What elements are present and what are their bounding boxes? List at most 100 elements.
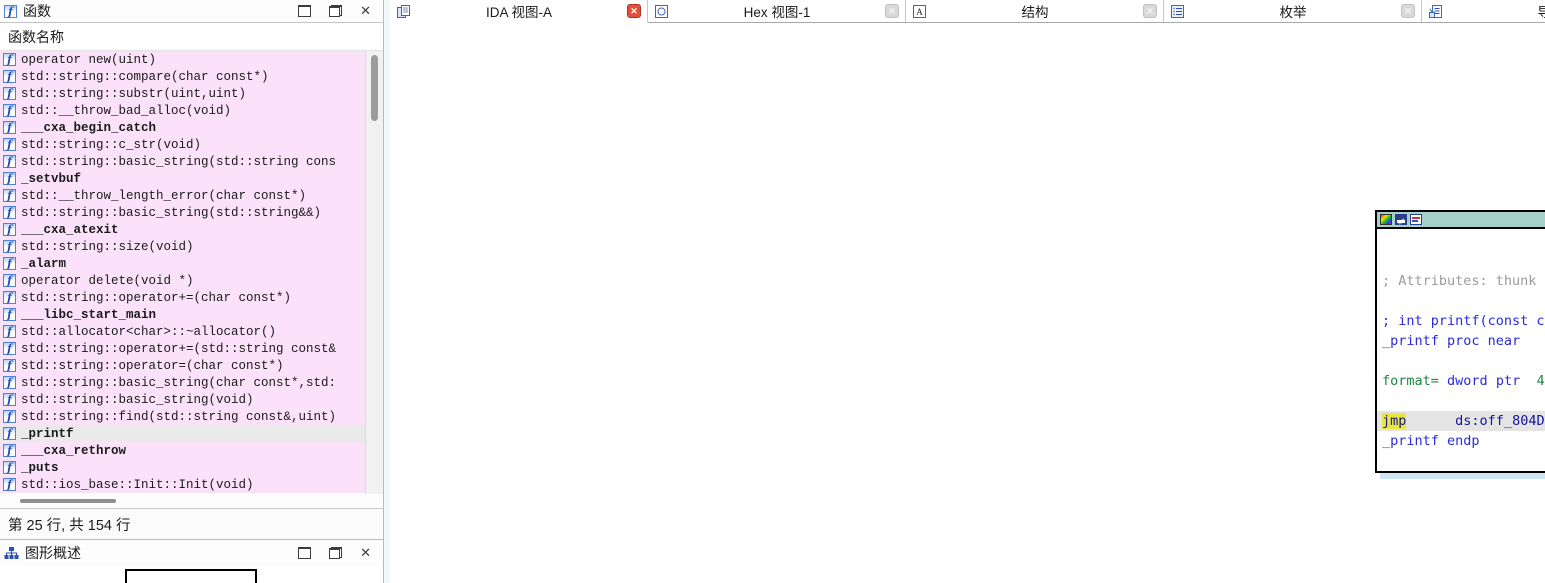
functions-dock-column: f 函数 ✕ 函数名称 foperator new(uint)fstd::str… xyxy=(0,0,384,583)
function-name: ___libc_start_main xyxy=(21,308,156,322)
function-list-item[interactable]: fstd::string::compare(char const*) xyxy=(0,68,365,85)
tab-close-icon[interactable]: ✕ xyxy=(1401,4,1415,18)
maximize-icon[interactable] xyxy=(298,547,311,559)
overview-viewport-rect[interactable] xyxy=(125,569,257,583)
function-list-item[interactable]: fstd::string::basic_string(void) xyxy=(0,391,365,408)
function-list-item[interactable]: f___cxa_atexit xyxy=(0,221,365,238)
code-line[interactable]: ; int printf(const char *format, ...) xyxy=(1377,311,1545,331)
overview-window-controls: ✕ xyxy=(298,547,375,559)
code-line[interactable] xyxy=(1377,351,1545,371)
function-list-item[interactable]: fstd::string::operator=(char const*) xyxy=(0,357,365,374)
function-list-item[interactable]: fstd::string::operator+=(std::string con… xyxy=(0,340,365,357)
function-name: std::string::basic_string(std::string&&) xyxy=(21,206,321,220)
function-list-item[interactable]: f std::string::substr(uint,uint) xyxy=(0,85,365,102)
function-list-item[interactable]: fstd::string::operator+=(char const*) xyxy=(0,289,365,306)
vertical-scrollbar[interactable] xyxy=(365,51,383,494)
function-list-item[interactable]: f___cxa_rethrow xyxy=(0,442,365,459)
functions-panel-titlebar[interactable]: f 函数 ✕ xyxy=(0,0,383,23)
code-line[interactable] xyxy=(1377,291,1545,311)
function-name: _printf xyxy=(21,427,74,441)
function-icon: f xyxy=(3,87,16,100)
hex-view-icon xyxy=(654,4,669,19)
close-icon[interactable]: ✕ xyxy=(360,5,371,17)
tab-结构[interactable]: A结构✕ xyxy=(906,0,1164,22)
function-name: _alarm xyxy=(21,257,66,271)
graph-overview-icon xyxy=(4,546,19,561)
function-list-item[interactable]: fstd::string::basic_string(std::string c… xyxy=(0,153,365,170)
function-icon: f xyxy=(3,223,16,236)
function-name: std::string::operator=(char const*) xyxy=(21,359,284,373)
edit-function-icon[interactable] xyxy=(1395,214,1407,225)
tab-close-icon[interactable]: ✕ xyxy=(627,4,641,18)
function-name-column-header[interactable]: 函数名称 xyxy=(0,23,383,51)
function-list-item[interactable]: f___libc_start_main xyxy=(0,306,365,323)
code-line[interactable]: ; Attributes: thunk xyxy=(1377,271,1545,291)
function-list-item[interactable]: f___cxa_begin_catch xyxy=(0,119,365,136)
function-icon: f xyxy=(3,325,16,338)
node-color-palette-icon[interactable] xyxy=(1380,214,1392,225)
code-line[interactable]: _printf proc near xyxy=(1377,331,1545,351)
tab-导入[interactable]: 导入✕ xyxy=(1422,0,1545,22)
vertical-scrollbar-thumb[interactable] xyxy=(371,55,378,121)
functions-panel-title: 函数 xyxy=(23,1,292,21)
close-icon[interactable]: ✕ xyxy=(360,547,371,559)
function-list-item[interactable]: fstd::string::c_str(void) xyxy=(0,136,365,153)
frame-settings-icon[interactable] xyxy=(1410,214,1422,225)
tab-label: Hex 视图-1 xyxy=(675,1,879,21)
enums-icon xyxy=(1170,4,1185,19)
function-list-item[interactable]: foperator delete(void *) xyxy=(0,272,365,289)
function-list-item[interactable]: f_alarm xyxy=(0,255,365,272)
tab-Hex 视图-1[interactable]: Hex 视图-1 ✕ xyxy=(648,0,906,22)
function-icon: f xyxy=(3,444,16,457)
function-icon: f xyxy=(3,206,16,219)
function-list-item[interactable]: f operator new(uint) xyxy=(0,51,365,68)
function-list-item[interactable]: fstd::ios_base::Init::Init(void) xyxy=(0,476,365,493)
code-line[interactable]: format= dword ptr 4 xyxy=(1377,371,1545,391)
function-icon: f xyxy=(3,461,16,474)
code-token xyxy=(1520,373,1536,389)
horizontal-scrollbar[interactable] xyxy=(0,494,383,508)
svg-text:A: A xyxy=(916,7,923,17)
function-list-item[interactable]: f_printf xyxy=(0,425,365,442)
tab-IDA 视图-A[interactable]: IDA 视图-A✕ xyxy=(390,0,648,23)
function-name: std::string::basic_string(char const*,st… xyxy=(21,376,336,390)
float-window-icon[interactable] xyxy=(329,547,342,559)
function-list-item[interactable]: fstd::string::size(void) xyxy=(0,238,365,255)
function-icon: f xyxy=(3,189,16,202)
function-list-item[interactable]: fstd::__throw_bad_alloc(void) xyxy=(0,102,365,119)
graph-overview-canvas[interactable] xyxy=(0,566,383,583)
code-line[interactable] xyxy=(1377,391,1545,411)
function-list-item[interactable]: f std::string::basic_string(std::string&&… xyxy=(0,204,365,221)
code-line[interactable] xyxy=(1377,231,1545,251)
function-name: std::string::operator+=(std::string cons… xyxy=(21,342,336,356)
tab-枚举[interactable]: 枚举✕ xyxy=(1164,0,1422,22)
function-list-item[interactable]: f std::allocator<char>::~allocator() xyxy=(0,323,365,340)
horizontal-scrollbar-thumb[interactable] xyxy=(20,499,116,503)
float-window-icon[interactable] xyxy=(329,5,342,17)
function-list-item[interactable]: f_puts xyxy=(0,459,365,476)
code-token: jmp xyxy=(1382,413,1406,429)
graph-overview-titlebar[interactable]: 图形概述 ✕ xyxy=(0,539,383,566)
function-list-item[interactable]: f_setvbuf xyxy=(0,170,365,187)
function-list-item[interactable]: fstd::string::basic_string(char const*,s… xyxy=(0,374,365,391)
code-line[interactable] xyxy=(1377,451,1545,471)
function-list-item[interactable]: fstd::__throw_length_error(char const*) xyxy=(0,187,365,204)
tab-close-icon[interactable]: ✕ xyxy=(885,4,899,18)
code-line[interactable] xyxy=(1377,251,1545,271)
function-icon: f xyxy=(3,53,16,66)
function-icon: f xyxy=(4,5,17,18)
function-name: std::string::substr(uint,uint) xyxy=(21,87,246,101)
function-list-item[interactable]: fstd::string::find(std::string const&,ui… xyxy=(0,408,365,425)
graph-node-titlebar[interactable] xyxy=(1377,212,1545,229)
function-name: std::string::find(std::string const&,uin… xyxy=(21,410,336,424)
code-token: ; int printf(const char *format, ...) xyxy=(1382,313,1545,329)
code-line[interactable]: jmp ds:off_804D064 xyxy=(1377,411,1545,431)
function-name: operator new(uint) xyxy=(21,53,156,67)
maximize-icon[interactable] xyxy=(298,5,311,17)
function-name: std::string::basic_string(std::string co… xyxy=(21,155,336,169)
function-name: std::allocator<char>::~allocator() xyxy=(21,325,276,339)
graph-node-printf[interactable]: ; Attributes: thunk ; int printf(const c… xyxy=(1375,210,1545,473)
tab-close-icon[interactable]: ✕ xyxy=(1143,4,1157,18)
function-name: ___cxa_begin_catch xyxy=(21,121,156,135)
code-line[interactable]: _printf endp xyxy=(1377,431,1545,451)
